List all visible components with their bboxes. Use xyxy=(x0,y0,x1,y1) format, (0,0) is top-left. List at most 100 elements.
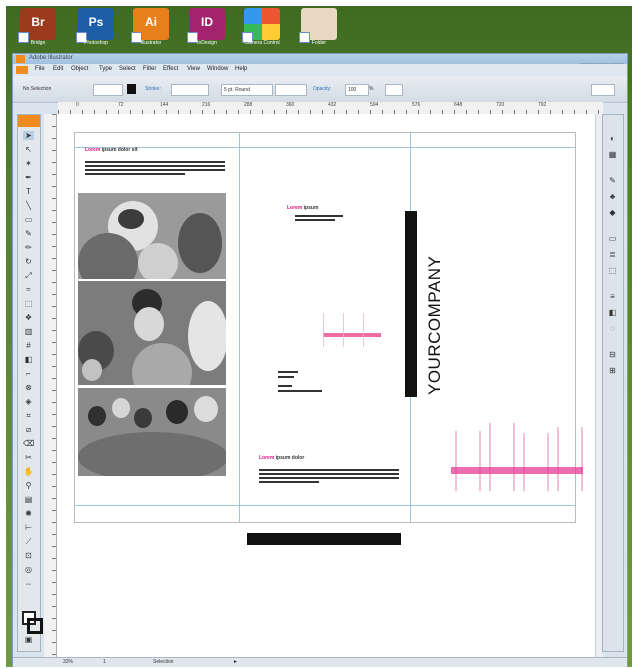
slice-tool-icon[interactable]: ⧄ xyxy=(23,425,34,434)
paintbrush-tool-icon[interactable]: ✎ xyxy=(23,229,34,238)
gradient-panel-icon[interactable]: ◧ xyxy=(606,307,619,318)
layers-panel-icon[interactable]: ≣ xyxy=(606,249,619,260)
gradient-tool-icon[interactable]: ◧ xyxy=(23,355,34,364)
ruler-number: 288 xyxy=(244,102,253,108)
align-panel-icon[interactable]: ⊟ xyxy=(606,349,619,360)
brushes-panel-icon[interactable]: ✎ xyxy=(606,175,619,186)
heading-accent: Lorem xyxy=(85,147,101,153)
menu-view[interactable]: View xyxy=(187,66,200,72)
measure-tool-icon[interactable]: ⊢ xyxy=(23,523,34,532)
mesh-tool-icon[interactable]: # xyxy=(23,341,34,350)
menu-object[interactable]: Object xyxy=(71,66,88,72)
current-tool-status[interactable]: Selection xyxy=(153,659,174,665)
photo-shape xyxy=(134,408,152,428)
stroke-label[interactable]: Stroke: xyxy=(145,84,161,94)
menu-window[interactable]: Window xyxy=(207,66,228,72)
magic-wand-tool-icon[interactable]: ✶ xyxy=(23,159,34,168)
photo-shape xyxy=(88,406,106,426)
company-bar[interactable] xyxy=(405,211,417,397)
style-dropdown[interactable] xyxy=(275,84,307,96)
opacity-field[interactable]: 100 xyxy=(345,84,369,96)
eyedropper-tool-icon[interactable]: ⌐ xyxy=(23,369,34,378)
knife-tool-icon[interactable]: ⟋ xyxy=(23,537,34,546)
margin-guide xyxy=(75,147,575,148)
zoom-level[interactable]: 33% xyxy=(63,659,73,665)
symbols-panel-icon[interactable]: ♣ xyxy=(606,191,619,202)
photoshop-desktop-icon[interactable]: Ps xyxy=(76,8,114,43)
illustrator-desktop-icon[interactable]: Ai xyxy=(131,8,169,43)
appearance-panel-icon[interactable]: ▭ xyxy=(606,233,619,244)
document-canvas[interactable]: Lorem ipsum dolor sit Lorem ipsum YOURCO… xyxy=(57,114,603,658)
symbol-sprayer-tool-icon[interactable]: ❖ xyxy=(23,313,34,322)
screen-mode-icon[interactable]: ▣ xyxy=(23,635,34,644)
menu-select[interactable]: Select xyxy=(119,66,136,72)
transform-panel-icon[interactable]: ⊞ xyxy=(606,365,619,376)
scissors-tool-icon[interactable]: ✂ xyxy=(23,453,34,462)
zoom-tool-icon[interactable]: ⚲ xyxy=(23,481,34,490)
photo-top[interactable] xyxy=(78,193,226,279)
tools-panel-grip[interactable] xyxy=(18,115,40,127)
shape-builder-tool-icon[interactable]: ◎ xyxy=(23,565,34,574)
ruler-number: 144 xyxy=(160,102,169,108)
selection-tool-icon[interactable]: ➤ xyxy=(23,131,34,140)
graph-tool-icon[interactable]: ▥ xyxy=(23,327,34,336)
type-tool-icon[interactable]: T xyxy=(23,187,34,196)
menu-filter[interactable]: Filter xyxy=(143,66,156,72)
folder-desktop-icon[interactable] xyxy=(299,8,337,43)
swatches-panel-icon[interactable]: ▦ xyxy=(606,149,619,160)
pink-bar xyxy=(323,313,382,347)
stroke-color-icon[interactable] xyxy=(27,618,43,634)
ruler-number: 72 xyxy=(118,102,124,108)
crop-tool-icon[interactable]: ⌗ xyxy=(23,411,34,420)
color-panel-icon[interactable]: ◐ xyxy=(606,133,619,144)
hand-tool-icon[interactable]: ✋ xyxy=(23,467,34,476)
company-name[interactable]: YOURCOMPANY xyxy=(425,256,445,395)
opacity-label[interactable]: Opacity: xyxy=(313,84,331,94)
workspace-dropdown[interactable] xyxy=(591,84,615,96)
scale-tool-icon[interactable]: ⤢ xyxy=(23,271,34,280)
body-text-line xyxy=(85,169,225,171)
rotate-tool-icon[interactable]: ↻ xyxy=(23,257,34,266)
pen-tool-icon[interactable]: ✒ xyxy=(23,173,34,182)
transparency-panel-icon[interactable]: ◌ xyxy=(606,323,619,334)
warp-tool-icon[interactable]: ≈ xyxy=(23,285,34,294)
photo-shape xyxy=(112,398,130,418)
line-tool-icon[interactable]: ╲ xyxy=(23,201,34,210)
menu-effect[interactable]: Effect xyxy=(163,66,178,72)
body-text-line xyxy=(259,481,319,483)
stroke-swatch[interactable] xyxy=(127,84,136,94)
photo-bottom[interactable] xyxy=(78,388,226,476)
bridge-desktop-icon[interactable]: Br xyxy=(18,8,56,43)
camera-control-desktop-icon[interactable] xyxy=(242,8,280,43)
flare-tool-icon[interactable]: ✺ xyxy=(23,509,34,518)
fill-dropdown[interactable] xyxy=(93,84,123,96)
menu-file[interactable]: File xyxy=(35,66,45,72)
blend-tool-icon[interactable]: ⊗ xyxy=(23,383,34,392)
vertical-ruler[interactable] xyxy=(44,114,57,658)
live-paint-tool-icon[interactable]: ◈ xyxy=(23,397,34,406)
brush-dropdown[interactable]: 5 pt. Round xyxy=(221,84,273,96)
menu-type[interactable]: Type xyxy=(99,66,112,72)
document-setup-button[interactable] xyxy=(385,84,403,96)
photo-middle[interactable] xyxy=(78,281,226,385)
artboards-panel-icon[interactable]: ⬚ xyxy=(606,265,619,276)
pencil-tool-icon[interactable]: ✏ xyxy=(23,243,34,252)
direct-selection-tool-icon[interactable]: ↖ xyxy=(23,145,34,154)
rectangle-tool-icon[interactable]: ▭ xyxy=(23,215,34,224)
eraser-tool-icon[interactable]: ⌫ xyxy=(23,439,34,448)
column-graph-tool-icon[interactable]: ▤ xyxy=(23,495,34,504)
menu-help[interactable]: Help xyxy=(235,66,247,72)
status-menu-arrow-icon[interactable]: ► xyxy=(233,659,238,665)
graphic-styles-panel-icon[interactable]: ◆ xyxy=(606,207,619,218)
indesign-desktop-icon[interactable]: ID xyxy=(187,8,225,43)
stroke-weight-field[interactable] xyxy=(171,84,209,96)
width-tool-icon[interactable]: ⇔ xyxy=(23,579,34,588)
artboard-number[interactable]: 1 xyxy=(103,659,106,665)
menu-edit[interactable]: Edit xyxy=(53,66,63,72)
bottom-black-bar[interactable] xyxy=(247,533,401,545)
free-transform-tool-icon[interactable]: ⬚ xyxy=(23,299,34,308)
artboard-tool-icon[interactable]: ⊡ xyxy=(23,551,34,560)
stroke-panel-icon[interactable]: ≡ xyxy=(606,291,619,302)
photo-shape xyxy=(178,213,222,273)
title-bar[interactable]: Adobe Illustrator _□× xyxy=(13,54,627,72)
